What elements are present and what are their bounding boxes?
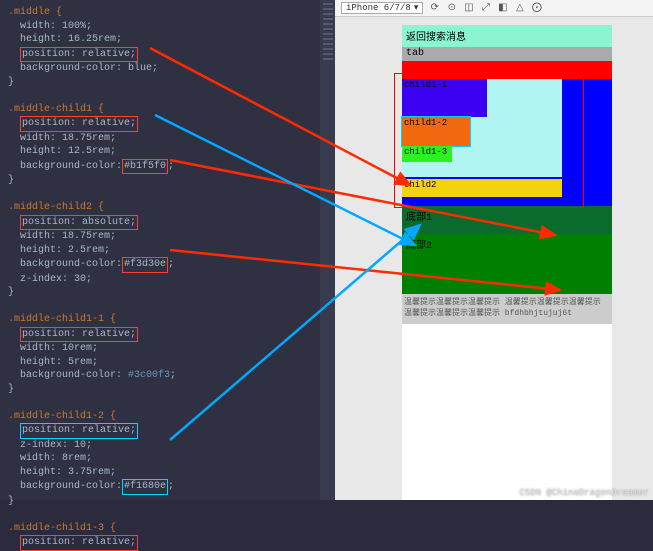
position-highlight: position: relative; (20, 535, 138, 551)
bottom-2: 底部2 (402, 234, 612, 294)
hex-highlight: #f1680e (122, 479, 168, 495)
devtools-bar: iPhone 6/7/8▾ ⟳ ⊙ ◫ ⤢ ◧ △ ⨀ (335, 0, 653, 17)
css-line: width: 10rem; (8, 342, 327, 356)
css-line: height: 3.75rem; (8, 466, 327, 480)
css-line: } (8, 286, 327, 300)
css-line: z-index: 30; (8, 273, 327, 287)
css-line: width: 18.75rem; (8, 230, 327, 244)
css-line: background-color: blue; (8, 62, 327, 76)
lock-icon[interactable]: △ (514, 2, 525, 14)
css-line: height: 2.5rem; (8, 244, 327, 258)
css-line: background-color: (8, 481, 122, 492)
red-band (402, 61, 612, 79)
css-line: background-color: (8, 370, 128, 381)
selector: .middle-child1-1 { (8, 314, 116, 325)
middle-child1-1: child1-1 (402, 79, 487, 117)
middle-child1-2: child1-2 (402, 117, 470, 146)
watermark: CSDN @ChinaDragonDreamer (519, 488, 649, 498)
device-select[interactable]: iPhone 6/7/8▾ (341, 2, 423, 14)
css-line: } (8, 383, 327, 397)
preview-panel: iPhone 6/7/8▾ ⟳ ⊙ ◫ ⤢ ◧ △ ⨀ 返回搜索消息 tab c… (335, 0, 653, 500)
css-line: height: 12.5rem; (8, 145, 327, 159)
more-icon[interactable]: ⨀ (531, 2, 542, 14)
selector: .middle-child2 { (8, 202, 104, 213)
css-line: height: 16.25rem; (8, 33, 327, 47)
css-line: width: 100%; (8, 20, 327, 34)
middle-child2: child2 (402, 179, 562, 197)
css-line: z-index: 10; (8, 439, 327, 453)
position-highlight: position: relative; (20, 423, 138, 439)
hex-highlight: #f3d30e (122, 257, 168, 273)
middle-child1-3: child1-3 (402, 146, 452, 162)
tips-text: 温馨提示温馨提示温馨提示 温馨提示温馨提示温馨提示 温馨提示温馨提示温馨提示 b… (402, 294, 612, 324)
record-icon[interactable]: ⊙ (446, 2, 457, 14)
css-line: width: 8rem; (8, 452, 327, 466)
hex-highlight: #b1f5f0 (122, 159, 168, 175)
minimap[interactable] (320, 0, 335, 500)
selector: .middle { (8, 7, 62, 18)
bottom-1: 底部1 (402, 206, 612, 234)
screenshot-icon[interactable]: ◫ (463, 2, 474, 14)
css-line: background-color: (8, 161, 122, 172)
tab-bar: tab (402, 47, 612, 61)
position-highlight: position: absolute; (20, 215, 138, 231)
code-editor[interactable]: .middle { width: 100%; height: 16.25rem;… (0, 0, 335, 500)
hex-value: #3c00f3 (128, 370, 170, 381)
css-line: width: 18.75rem; (8, 132, 327, 146)
phone-viewport: 返回搜索消息 tab child1-1 child1-2 child1-3 ch… (402, 25, 612, 500)
header-bar: 返回搜索消息 (402, 25, 612, 47)
middle-child1: child1-1 child1-2 child1-3 (402, 79, 562, 177)
position-highlight: position: relative; (20, 327, 138, 343)
selector: .middle-child1 { (8, 104, 104, 115)
selector: .middle-child1-2 { (8, 411, 116, 422)
position-highlight: position: relative; (20, 47, 138, 63)
position-highlight: position: relative; (20, 116, 138, 132)
css-line: height: 5rem; (8, 356, 327, 370)
css-line: } (8, 174, 327, 188)
css-line: } (8, 76, 327, 90)
selector: .middle-child1-3 { (8, 523, 116, 534)
css-line: } (8, 495, 327, 509)
css-line: background-color: (8, 259, 122, 270)
refresh-icon[interactable]: ⟳ (429, 2, 440, 14)
middle: child1-1 child1-2 child1-3 child2 (402, 79, 612, 206)
layout-icon[interactable]: ◧ (497, 2, 508, 14)
rotate-icon[interactable]: ⤢ (480, 2, 491, 14)
